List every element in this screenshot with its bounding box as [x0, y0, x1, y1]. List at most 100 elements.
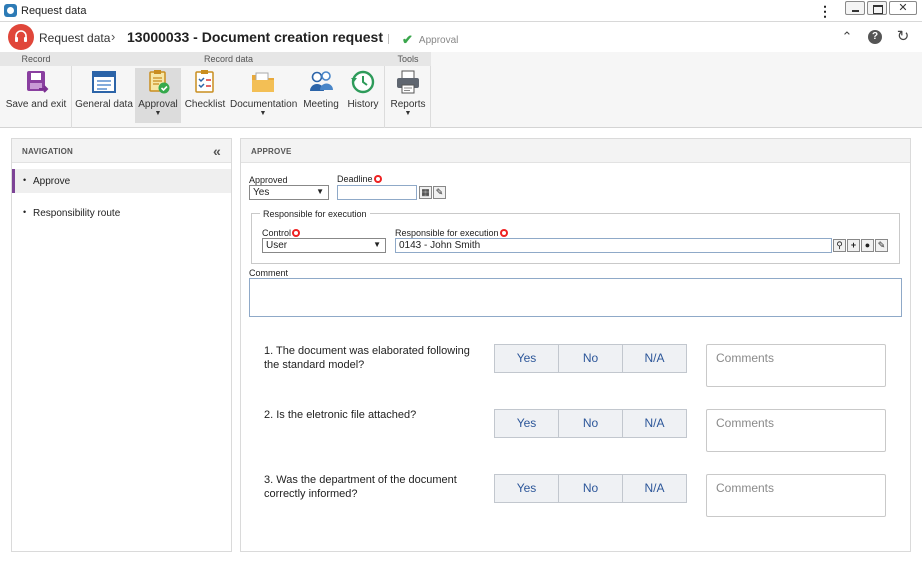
nav-item-approve[interactable]: Approve	[12, 169, 231, 193]
maximize-button[interactable]	[867, 1, 887, 15]
ribbon-toolbar: Record Save and exit Record data General…	[0, 52, 922, 128]
breadcrumb-request-data[interactable]: Request data	[39, 31, 110, 45]
required-icon	[292, 229, 301, 237]
question-text: the standard model?	[264, 359, 365, 371]
collapse-up-icon[interactable]: ⌃	[840, 30, 854, 44]
answer-segmented-control: Yes No N/A	[494, 409, 687, 438]
breadcrumb-separator-icon: ›	[111, 29, 116, 44]
question-comments-field[interactable]: Comments	[706, 409, 886, 452]
deadline-input[interactable]	[337, 185, 417, 200]
deadline-label-text: Deadline	[337, 174, 373, 184]
approval-button[interactable]: Approval ▼	[135, 68, 181, 123]
chevron-down-icon: ▼	[373, 240, 381, 249]
close-window-button[interactable]	[889, 1, 917, 15]
nav-item-responsibility-route[interactable]: Responsibility route	[12, 201, 231, 225]
reports-button[interactable]: Reports ▼	[387, 68, 429, 122]
status-badge: ✔ Approval	[402, 31, 458, 47]
general-data-button[interactable]: General data	[74, 68, 134, 122]
answer-yes-button[interactable]: Yes	[494, 409, 559, 438]
clear-eraser-icon[interactable]: ✎	[875, 239, 888, 252]
required-icon	[373, 175, 382, 183]
app-icon	[4, 4, 17, 17]
answer-no-button[interactable]: No	[558, 344, 623, 373]
checklist-question: 3. Was the department of the document co…	[264, 473, 479, 501]
clock-history-icon	[351, 70, 375, 94]
navigation-panel: NAVIGATION « Approve Responsibility rout…	[11, 138, 232, 552]
reports-dropdown-icon: ▼	[404, 110, 412, 117]
answer-na-button[interactable]: N/A	[622, 344, 687, 373]
ribbon-group-tools: Tools Reports ▼	[385, 52, 431, 128]
add-icon[interactable]: +	[847, 239, 860, 252]
approve-title: APPROVE	[251, 147, 292, 156]
comment-label: Comment	[249, 268, 289, 278]
control-value: User	[266, 240, 288, 251]
page-header: Request data › 13000033 - Document creat…	[0, 22, 922, 52]
approve-header: APPROVE	[241, 139, 910, 163]
approval-label: Approval	[138, 99, 178, 110]
answer-no-button[interactable]: No	[558, 474, 623, 503]
status-badge-label: Approval	[418, 35, 459, 46]
deadline-label: Deadline	[337, 174, 382, 184]
window-titlebar: Request data ⋮	[0, 0, 922, 22]
responsible-legend: Responsible for execution	[260, 209, 370, 219]
header-divider	[388, 34, 389, 44]
responsible-label-text: Responsible for execution	[395, 228, 499, 238]
responsible-fieldset: Responsible for execution Control User ▼…	[251, 209, 900, 264]
history-button[interactable]: History	[343, 68, 383, 122]
comment-textarea[interactable]	[249, 278, 902, 317]
clipboard-check-icon	[149, 70, 170, 94]
search-icon[interactable]: ⚲	[833, 239, 846, 252]
clear-eraser-icon[interactable]: ✎	[433, 186, 446, 199]
documentation-button[interactable]: Documentation ▼	[230, 68, 298, 122]
responsible-input[interactable]: 0143 - John Smith	[395, 238, 832, 253]
checklist-button[interactable]: Checklist	[183, 68, 227, 122]
navigation-header: NAVIGATION «	[12, 139, 231, 163]
approved-value: Yes	[253, 187, 270, 198]
save-and-exit-button[interactable]: Save and exit	[4, 68, 68, 122]
page-title: 13000033 - Document creation request	[127, 29, 383, 45]
ribbon-group-record: Record Save and exit	[0, 52, 72, 128]
folder-icon	[252, 72, 274, 92]
user-icon[interactable]: ●	[861, 239, 874, 252]
responsible-label: Responsible for execution	[395, 228, 508, 238]
answer-na-button[interactable]: N/A	[622, 409, 687, 438]
required-icon	[499, 229, 508, 237]
help-icon[interactable]: ?	[868, 30, 882, 44]
more-options-icon[interactable]: ⋮	[818, 2, 832, 20]
navigation-title: NAVIGATION	[22, 147, 74, 156]
answer-no-button[interactable]: No	[558, 409, 623, 438]
answer-na-button[interactable]: N/A	[622, 474, 687, 503]
ribbon-group-label: Tools	[385, 52, 431, 66]
meeting-label: Meeting	[303, 99, 339, 110]
history-label: History	[347, 99, 379, 110]
checklist-icon	[195, 70, 214, 93]
question-comments-field[interactable]: Comments	[706, 344, 886, 387]
answer-yes-button[interactable]: Yes	[494, 474, 559, 503]
question-comments-field[interactable]: Comments	[706, 474, 886, 517]
meeting-button[interactable]: Meeting	[300, 68, 342, 122]
approved-label: Approved	[249, 175, 288, 185]
answer-yes-button[interactable]: Yes	[494, 344, 559, 373]
question-text: 2. Is the eletronic file attached?	[264, 409, 417, 421]
approved-select[interactable]: Yes ▼	[249, 185, 329, 200]
ribbon-group-label: Record	[0, 52, 72, 66]
people-icon	[310, 71, 333, 91]
minimize-button[interactable]	[845, 1, 865, 15]
control-label-text: Control	[262, 228, 292, 238]
documentation-dropdown-icon: ▼	[259, 110, 267, 117]
checklist-question: 2. Is the eletronic file attached?	[264, 408, 479, 422]
headset-logo-icon	[8, 24, 34, 50]
calendar-icon[interactable]: ▦	[419, 186, 432, 199]
general-data-label: General data	[75, 99, 133, 110]
checklist-label: Checklist	[184, 99, 226, 110]
chevron-down-icon: ▼	[316, 187, 324, 196]
window-icon	[92, 71, 116, 93]
control-select[interactable]: User ▼	[262, 238, 386, 253]
documentation-label: Documentation	[230, 99, 298, 110]
window-title: Request data	[21, 5, 87, 17]
save-exit-icon	[27, 71, 49, 93]
refresh-icon[interactable]: ↻	[896, 29, 910, 44]
collapse-panel-icon[interactable]: «	[213, 143, 221, 159]
reports-label: Reports	[390, 99, 426, 110]
approval-dropdown-icon: ▼	[154, 110, 162, 117]
